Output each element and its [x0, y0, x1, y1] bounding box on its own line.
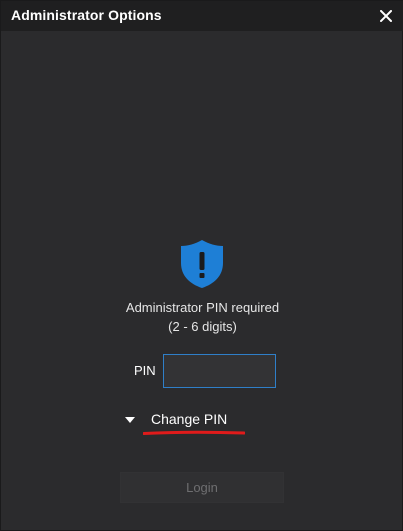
close-icon [380, 10, 392, 22]
title-bar: Administrator Options [1, 1, 403, 31]
admin-options-dialog: Administrator Options Administrator PIN … [0, 0, 403, 531]
caret-down-icon [125, 416, 135, 423]
dialog-title: Administrator Options [11, 7, 162, 23]
change-pin-label: Change PIN [151, 411, 228, 427]
login-button[interactable]: Login [120, 472, 284, 503]
dialog-body: Administrator PIN required (2 - 6 digits… [1, 31, 403, 531]
pin-required-message: Administrator PIN required [125, 300, 280, 315]
pin-label: PIN [134, 363, 156, 378]
red-annotation-underline [143, 430, 245, 435]
pin-digits-hint: (2 - 6 digits) [168, 319, 237, 334]
shield-exclamation-icon [181, 240, 223, 288]
close-button[interactable] [374, 4, 398, 28]
change-pin-toggle[interactable]: Change PIN [125, 408, 227, 430]
pin-input[interactable] [163, 354, 276, 388]
